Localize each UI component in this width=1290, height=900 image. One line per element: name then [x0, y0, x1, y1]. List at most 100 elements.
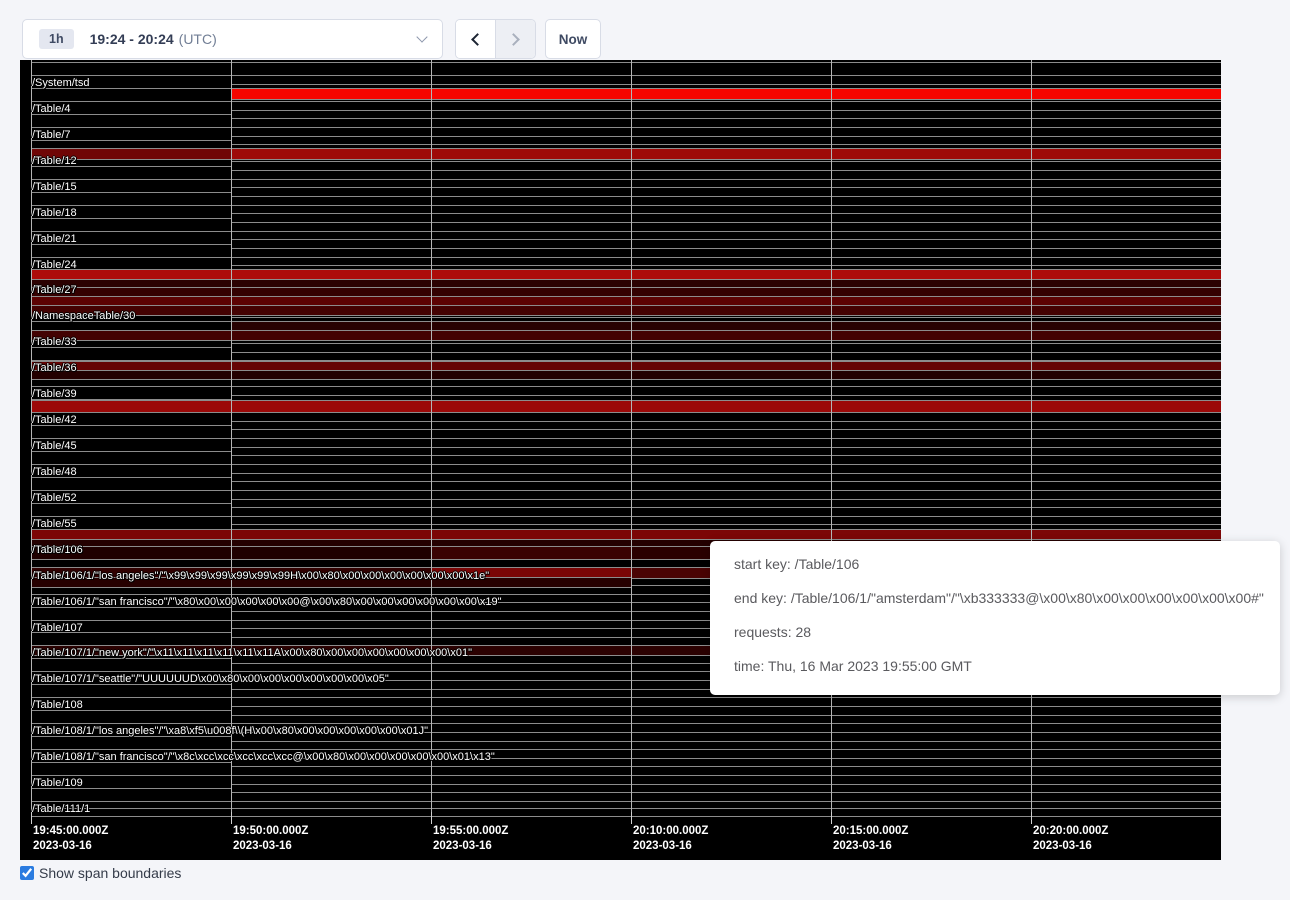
- span-boundary-line: [231, 784, 1221, 785]
- span-boundary-line: [231, 429, 1221, 430]
- tooltip-time: time: Thu, 16 Mar 2023 19:55:00 GMT: [734, 656, 1256, 676]
- heatmap-hot-span[interactable]: [31, 148, 231, 160]
- span-boundary-line: [31, 710, 231, 711]
- heatmap-hot-span[interactable]: [231, 148, 1221, 160]
- span-boundary-line: [231, 352, 1221, 353]
- key-visualizer-heatmap[interactable]: /System/tsd/Table/4/Table/7/Table/12/Tab…: [20, 60, 1221, 860]
- span-boundary-line: [31, 257, 1221, 258]
- time-axis-tick: [631, 812, 632, 824]
- time-gridline: [31, 60, 32, 812]
- time-gridline: [831, 60, 832, 812]
- span-boundary-line: [31, 438, 1221, 439]
- heatmap-hot-span[interactable]: [431, 546, 631, 560]
- span-boundary-line: [231, 766, 1221, 767]
- span-boundary-line: [231, 421, 1221, 422]
- span-boundary-line: [31, 451, 231, 452]
- span-boundary-line: [231, 118, 1221, 119]
- span-boundary-line: [31, 762, 231, 763]
- span-key-label: /Table/111/1: [32, 803, 90, 815]
- span-boundary-line: [31, 816, 1221, 817]
- time-range-preset-badge: 1h: [39, 29, 74, 49]
- tooltip-requests: requests: 28: [734, 622, 1256, 642]
- time-gridline: [1031, 60, 1032, 812]
- span-boundary-line: [31, 808, 1221, 809]
- span-boundary-line: [31, 231, 1221, 232]
- time-gridline: [231, 60, 232, 812]
- span-boundary-line: [31, 490, 1221, 491]
- chevron-left-icon: [471, 33, 484, 46]
- time-axis-tick: [231, 812, 232, 824]
- span-boundary-line: [231, 758, 1221, 759]
- span-boundary-line: [31, 114, 231, 115]
- span-boundary-line: [31, 788, 231, 789]
- span-tooltip: start key: /Table/106 end key: /Table/10…: [710, 541, 1280, 695]
- next-range-button-disabled[interactable]: [496, 20, 536, 58]
- span-boundary-line: [231, 715, 1221, 716]
- time-axis-label: 19:50:00.000Z2023-03-16: [233, 824, 308, 853]
- time-axis-label: 19:55:00.000Z2023-03-16: [433, 824, 508, 853]
- tooltip-end-key: end key: /Table/106/1/"amsterdam"/"\xb33…: [734, 588, 1256, 608]
- time-axis-label: 20:10:00.000Z2023-03-16: [633, 824, 708, 853]
- heatmap-hot-span[interactable]: [31, 330, 1221, 341]
- now-button[interactable]: Now: [545, 19, 601, 59]
- span-boundary-line: [31, 749, 1221, 750]
- show-span-boundaries-checkbox[interactable]: [20, 866, 34, 880]
- span-boundary-line: [231, 110, 1221, 111]
- span-boundary-line: [31, 516, 1221, 517]
- time-axis-tick: [1031, 812, 1032, 824]
- span-boundary-line: [231, 507, 1221, 508]
- span-boundary-line: [231, 524, 1221, 525]
- heatmap-hot-span[interactable]: [31, 400, 1221, 413]
- span-boundary-line: [231, 499, 1221, 500]
- span-boundary-line: [31, 347, 231, 348]
- prev-range-button[interactable]: [456, 20, 496, 58]
- tooltip-start-key: start key: /Table/106: [734, 554, 1256, 574]
- span-boundary-line: [31, 425, 231, 426]
- span-boundary-line: [231, 481, 1221, 482]
- span-boundary-line: [31, 632, 231, 633]
- time-range-dropdown[interactable]: 1h 19:24 - 20:24 (UTC): [22, 19, 443, 59]
- time-gridline: [431, 60, 432, 812]
- span-boundary-line: [31, 62, 1221, 63]
- span-boundary-line: [31, 179, 1221, 180]
- span-boundary-line: [31, 386, 1221, 387]
- chevron-down-icon: [416, 31, 427, 42]
- span-boundary-line: [31, 464, 1221, 465]
- span-boundary-line: [31, 192, 231, 193]
- span-boundary-line: [231, 455, 1221, 456]
- span-boundary-line: [31, 801, 1221, 802]
- span-boundary-line: [231, 136, 1221, 137]
- span-boundary-line: [231, 732, 1221, 733]
- span-boundary-line: [231, 343, 1221, 344]
- time-range-label: 19:24 - 20:24: [90, 31, 174, 47]
- span-boundary-line: [31, 658, 231, 659]
- span-boundary-line: [231, 473, 1221, 474]
- span-boundary-line: [31, 321, 231, 322]
- time-range-timezone: (UTC): [179, 31, 217, 47]
- span-boundary-line: [231, 792, 1221, 793]
- span-boundary-line: [31, 101, 1221, 102]
- span-boundary-line: [231, 144, 1221, 145]
- time-axis-label: 20:20:00.000Z2023-03-16: [1033, 824, 1108, 853]
- span-boundary-line: [31, 607, 231, 608]
- show-span-boundaries-label[interactable]: Show span boundaries: [39, 865, 181, 881]
- heatmap-hot-span[interactable]: [31, 305, 1221, 316]
- span-boundary-line: [231, 187, 1221, 188]
- toolbar: 1h 19:24 - 20:24 (UTC) Now: [0, 0, 1290, 60]
- span-boundary-line: [31, 736, 231, 737]
- span-boundary-line: [231, 170, 1221, 171]
- chevron-right-icon: [507, 33, 520, 46]
- span-boundary-line: [231, 741, 1221, 742]
- span-boundary-line: [231, 161, 1221, 162]
- span-boundary-line: [231, 317, 1221, 318]
- span-boundary-line: [231, 706, 1221, 707]
- heatmap-hot-span[interactable]: [31, 370, 1221, 380]
- heatmap-hot-span[interactable]: [231, 88, 1221, 100]
- heatmap-hot-span[interactable]: [31, 577, 631, 588]
- span-boundary-line: [231, 395, 1221, 396]
- span-boundary-line: [231, 265, 1221, 266]
- span-boundary-line: [231, 239, 1221, 240]
- span-boundary-line: [31, 723, 1221, 724]
- time-gridline: [631, 60, 632, 812]
- time-axis-label: 19:45:00.000Z2023-03-16: [33, 824, 108, 853]
